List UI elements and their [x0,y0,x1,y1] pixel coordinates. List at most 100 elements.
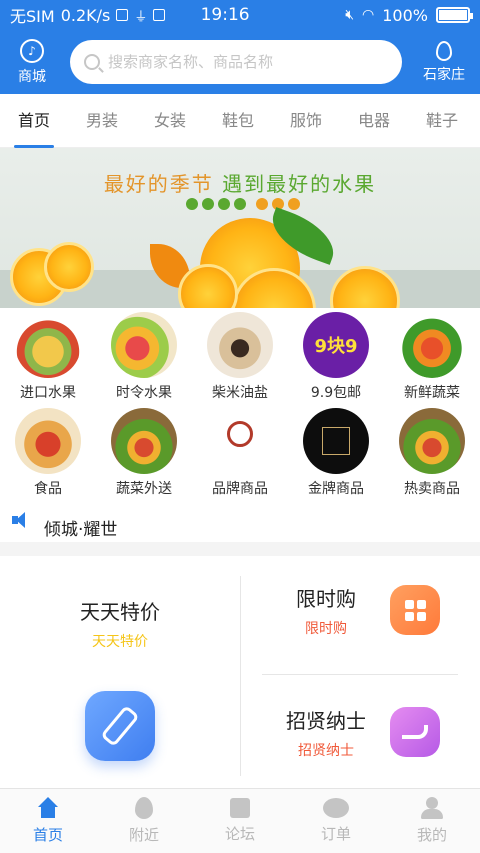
search-icon [84,54,100,70]
tab-appliances[interactable]: 电器 [340,94,408,148]
mall-label: 商城 [18,68,46,85]
search-bar[interactable] [70,40,402,84]
banner-title: 最好的季节 遇到最好的水果 [0,168,480,197]
top-header: ♪ 商城 石家庄 [0,30,480,94]
orange-slice-left-2 [44,242,94,292]
nine-nine-badge-icon: 9块9 [303,312,369,378]
wifi-icon: ◠ [362,7,375,23]
recruitment-card[interactable]: 招贤纳士 招贤纳士 [262,692,462,772]
daily-deals-card[interactable]: 天天特价 天天特价 [0,556,240,788]
chat-bubbles-icon [323,798,349,818]
category-label: 柴米油盐 [212,385,268,401]
category-label: 热卖商品 [404,481,460,497]
category-label: 品牌商品 [212,481,268,497]
tabbar-label: 附近 [128,826,159,844]
category-tabs: 首页 男装 女装 鞋包 服饰 电器 鞋子 [0,94,480,148]
bottom-tabbar: 首页 附近 论坛 订单 我的 [0,788,480,853]
bottle-icon [85,691,155,761]
tab-menswear[interactable]: 男装 [68,94,136,148]
category-nine-nine[interactable]: 9块9 9.9包邮 [288,312,384,408]
category-label: 时令水果 [116,385,172,401]
brand-logo-icon [207,408,273,474]
location-icon [436,40,452,61]
battery-icon [436,7,473,23]
pineapple-fruit-icon [15,312,81,378]
tab-womenswear[interactable]: 女装 [136,94,204,148]
grocery-icon [207,312,273,378]
tabbar-mine[interactable]: 我的 [384,789,480,853]
category-label: 食品 [34,481,62,497]
category-brand[interactable]: 品牌商品 [192,408,288,502]
category-groceries[interactable]: 柴米油盐 [192,312,288,408]
category-fresh-veg[interactable]: 新鲜蔬菜 [384,312,480,408]
category-food[interactable]: 食品 [0,408,96,502]
network-speed: 0.2K/s [60,5,111,25]
category-label: 9.9包邮 [310,385,362,401]
banner-title-orange: 最好的季节 [103,172,214,196]
promo-divider-vertical [240,576,241,776]
flash-sale-title: 限时购 [296,586,356,611]
promo-divider-horizontal [262,674,458,675]
forum-bag-icon [230,798,250,818]
category-label: 蔬菜外送 [116,481,172,497]
speaker-icon [12,512,30,528]
tabbar-forum[interactable]: 论坛 [192,789,288,853]
banner-dots [186,198,300,210]
tab-bags[interactable]: 鞋包 [204,94,272,148]
mute-icon: 🔇︎ [345,7,355,23]
daily-deals-title: 天天特价 [80,600,160,624]
badge-text: 9块9 [314,336,358,357]
announcement-bar[interactable]: 倾城·耀世 [0,498,480,542]
home-icon [36,797,60,819]
category-label: 金牌商品 [308,481,364,497]
announcement-text: 倾城·耀世 [44,519,118,540]
user-icon [420,797,444,819]
category-imported-fruit[interactable]: 进口水果 [0,312,96,408]
tabbar-orders[interactable]: 订单 [288,789,384,853]
vegetables-icon [399,312,465,378]
city-selector[interactable]: 石家庄 [408,40,480,84]
tabbar-label: 我的 [416,826,447,844]
fruit-banner[interactable]: 最好的季节 遇到最好的水果 [0,148,480,308]
check-notification-icon [116,9,129,21]
battery-percent: 100% [382,5,428,25]
tabbar-label: 首页 [32,826,63,844]
recruitment-title: 招贤纳士 [286,708,366,733]
carrier-label: 无SIM [10,7,55,26]
grid-icon [390,585,440,635]
tabbar-nearby[interactable]: 附近 [96,789,192,853]
status-bar: 无SIM 0.2K/s ⏚ 19:16 🔇︎ ◠ 100% [0,0,480,30]
tabbar-label: 订单 [320,825,351,843]
gold-brand-icon [303,408,369,474]
category-label: 新鲜蔬菜 [404,385,460,401]
city-label: 石家庄 [423,66,465,83]
music-note-icon: ♪ [20,38,44,63]
app-notification-icon [153,9,166,21]
high-heel-icon [390,707,440,757]
tabbar-label: 论坛 [224,825,255,843]
promo-section: 天天特价 天天特价 限时购 限时购 招贤纳士 招贤纳士 [0,556,480,788]
category-veg-delivery[interactable]: 蔬菜外送 [96,408,192,502]
tab-home[interactable]: 首页 [0,94,68,148]
location-pin-icon [135,797,153,819]
flash-sale-card[interactable]: 限时购 限时购 [262,570,462,650]
category-grid: 进口水果 时令水果 柴米油盐 9块9 9.9包邮 新鲜蔬菜 食品 蔬菜外送 品牌… [0,308,480,498]
hot-sale-icon [399,408,465,474]
category-hot-sale[interactable]: 热卖商品 [384,408,480,502]
clock: 19:16 [200,5,250,25]
recruitment-subtitle: 招贤纳士 [298,742,354,759]
banner-title-green: 遇到最好的水果 [222,172,377,196]
tab-apparel[interactable]: 服饰 [272,94,340,148]
daily-deals-subtitle: 天天特价 [92,634,148,650]
search-input[interactable] [108,53,402,71]
snacks-icon [15,408,81,474]
mall-button[interactable]: ♪ 商城 [0,38,64,86]
tab-shoes[interactable]: 鞋子 [408,94,476,148]
tabbar-home[interactable]: 首页 [0,789,96,853]
seasonal-fruit-icon [111,312,177,378]
flash-sale-subtitle: 限时购 [305,620,347,637]
veg-delivery-icon [111,408,177,474]
category-label: 进口水果 [20,385,76,401]
category-seasonal-fruit[interactable]: 时令水果 [96,312,192,408]
category-gold[interactable]: 金牌商品 [288,408,384,502]
